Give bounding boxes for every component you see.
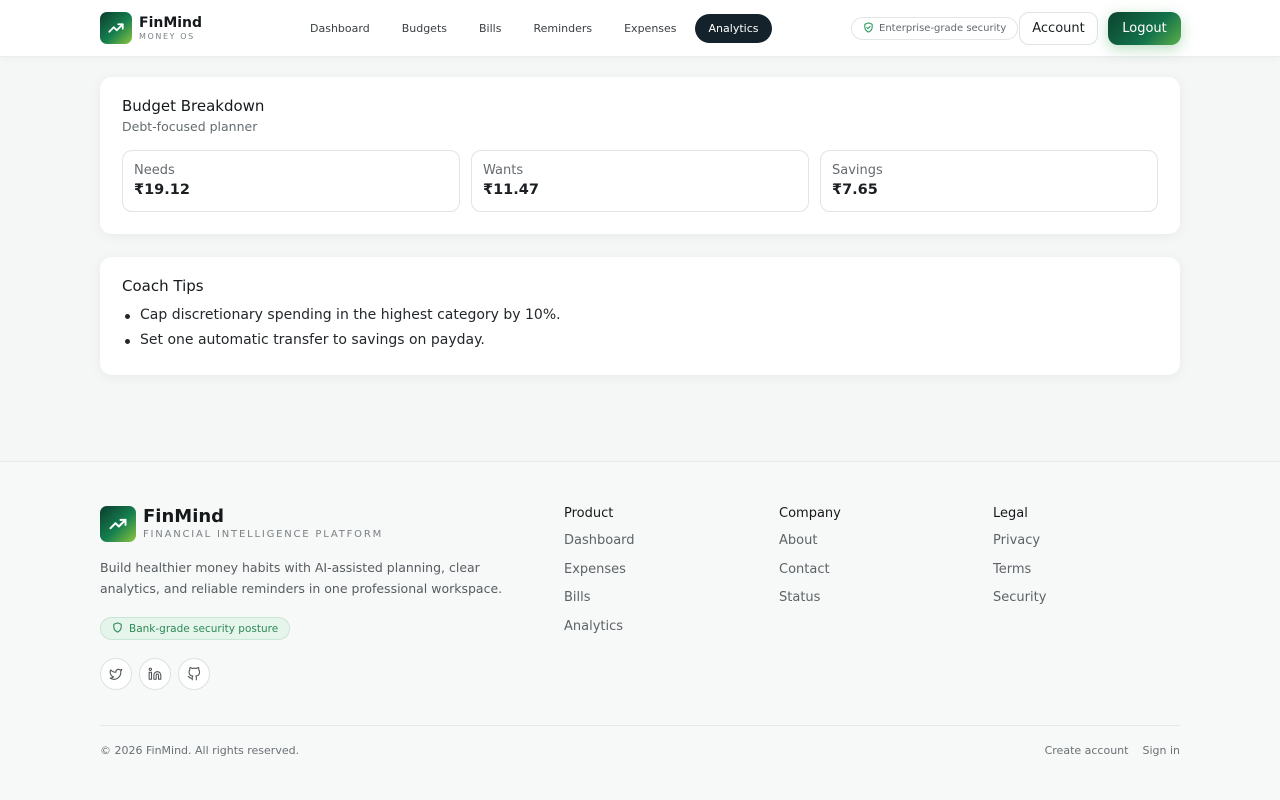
brand-tagline: MONEY OS [139, 31, 195, 41]
trending-up-icon [100, 506, 136, 542]
brand[interactable]: FinMind MONEY OS [100, 12, 202, 44]
nav-budgets[interactable]: Budgets [388, 14, 461, 43]
footer-column-title: Product [564, 506, 614, 521]
footer-brand[interactable]: FinMind FINANCIAL INTELLIGENCE PLATFORM [100, 506, 383, 542]
list-item: Cap discretionary spending in the highes… [125, 307, 561, 332]
shield-icon [112, 621, 123, 636]
footer-column-title: Legal [993, 506, 1028, 521]
logout-button[interactable]: Logout [1108, 12, 1181, 45]
nav-reminders[interactable]: Reminders [519, 14, 606, 43]
coach-tips-title: Coach Tips [122, 277, 204, 295]
wants-label: Wants [483, 163, 524, 178]
footer-brand-name: FinMind [143, 506, 225, 527]
top-header: FinMind MONEY OS Dashboard Budgets Bills… [0, 0, 1280, 57]
account-button[interactable]: Account [1019, 12, 1098, 45]
shield-check-icon [863, 21, 874, 36]
create-account-link[interactable]: Create account [1045, 744, 1129, 757]
footer-brand-tagline: FINANCIAL INTELLIGENCE PLATFORM [143, 529, 384, 540]
footer-description: Build healthier money habits with AI-ass… [100, 560, 503, 596]
footer-link-about[interactable]: About [779, 533, 841, 562]
needs-label: Needs [134, 163, 175, 178]
footer-link-terms[interactable]: Terms [993, 562, 1046, 591]
savings-stat: Savings ₹7.65 [820, 150, 1158, 212]
copyright-text: © 2026 FinMind. All rights reserved. [100, 744, 300, 757]
wants-stat: Wants ₹11.47 [471, 150, 809, 212]
github-icon[interactable] [178, 658, 210, 690]
needs-stat: Needs ₹19.12 [122, 150, 460, 212]
social-links [100, 658, 210, 690]
coach-tips-card: Coach Tips Cap discretionary spending in… [100, 257, 1180, 375]
footer-column-product: Product Dashboard Expenses Bills Analyti… [564, 506, 635, 647]
security-posture-badge: Bank-grade security posture [100, 617, 291, 640]
footer-link-security[interactable]: Security [993, 590, 1046, 619]
nav-analytics[interactable]: Analytics [694, 14, 773, 43]
footer-column-company: Company About Contact Status [779, 506, 841, 619]
brand-name: FinMind [139, 14, 203, 31]
main-nav: Dashboard Budgets Bills Reminders Expens… [296, 14, 773, 43]
footer-column-title: Company [779, 506, 841, 521]
security-badge-label: Enterprise-grade security [879, 23, 1007, 34]
footer-column-legal: Legal Privacy Terms Security [993, 506, 1046, 619]
budget-breakdown-subtitle: Debt-focused planner [122, 119, 258, 134]
security-badge: Enterprise-grade security [851, 17, 1019, 40]
twitter-icon[interactable] [100, 658, 132, 690]
footer-divider [100, 725, 1180, 726]
sign-in-link[interactable]: Sign in [1142, 744, 1180, 757]
linkedin-icon[interactable] [139, 658, 171, 690]
footer-link-expenses[interactable]: Expenses [564, 562, 635, 591]
security-posture-label: Bank-grade security posture [129, 622, 279, 635]
needs-value: ₹19.12 [134, 182, 190, 198]
footer-link-status[interactable]: Status [779, 590, 841, 619]
wants-value: ₹11.47 [483, 182, 539, 198]
footer-link-bills[interactable]: Bills [564, 590, 635, 619]
list-item: Set one automatic transfer to savings on… [125, 332, 561, 357]
footer-bottom-links: Create account Sign in [1045, 744, 1180, 757]
footer-link-analytics[interactable]: Analytics [564, 619, 635, 648]
savings-value: ₹7.65 [832, 182, 878, 198]
footer-link-contact[interactable]: Contact [779, 562, 841, 591]
savings-label: Savings [832, 163, 883, 178]
nav-expenses[interactable]: Expenses [610, 14, 690, 43]
footer-link-privacy[interactable]: Privacy [993, 533, 1046, 562]
footer-link-dashboard[interactable]: Dashboard [564, 533, 635, 562]
coach-tips-list: Cap discretionary spending in the highes… [125, 307, 561, 357]
site-footer: FinMind FINANCIAL INTELLIGENCE PLATFORM … [0, 461, 1280, 800]
budget-breakdown-title: Budget Breakdown [122, 97, 265, 115]
nav-bills[interactable]: Bills [465, 14, 515, 43]
nav-dashboard[interactable]: Dashboard [296, 14, 384, 43]
trending-up-icon [100, 12, 132, 44]
budget-breakdown-card: Budget Breakdown Debt-focused planner Ne… [100, 77, 1180, 234]
